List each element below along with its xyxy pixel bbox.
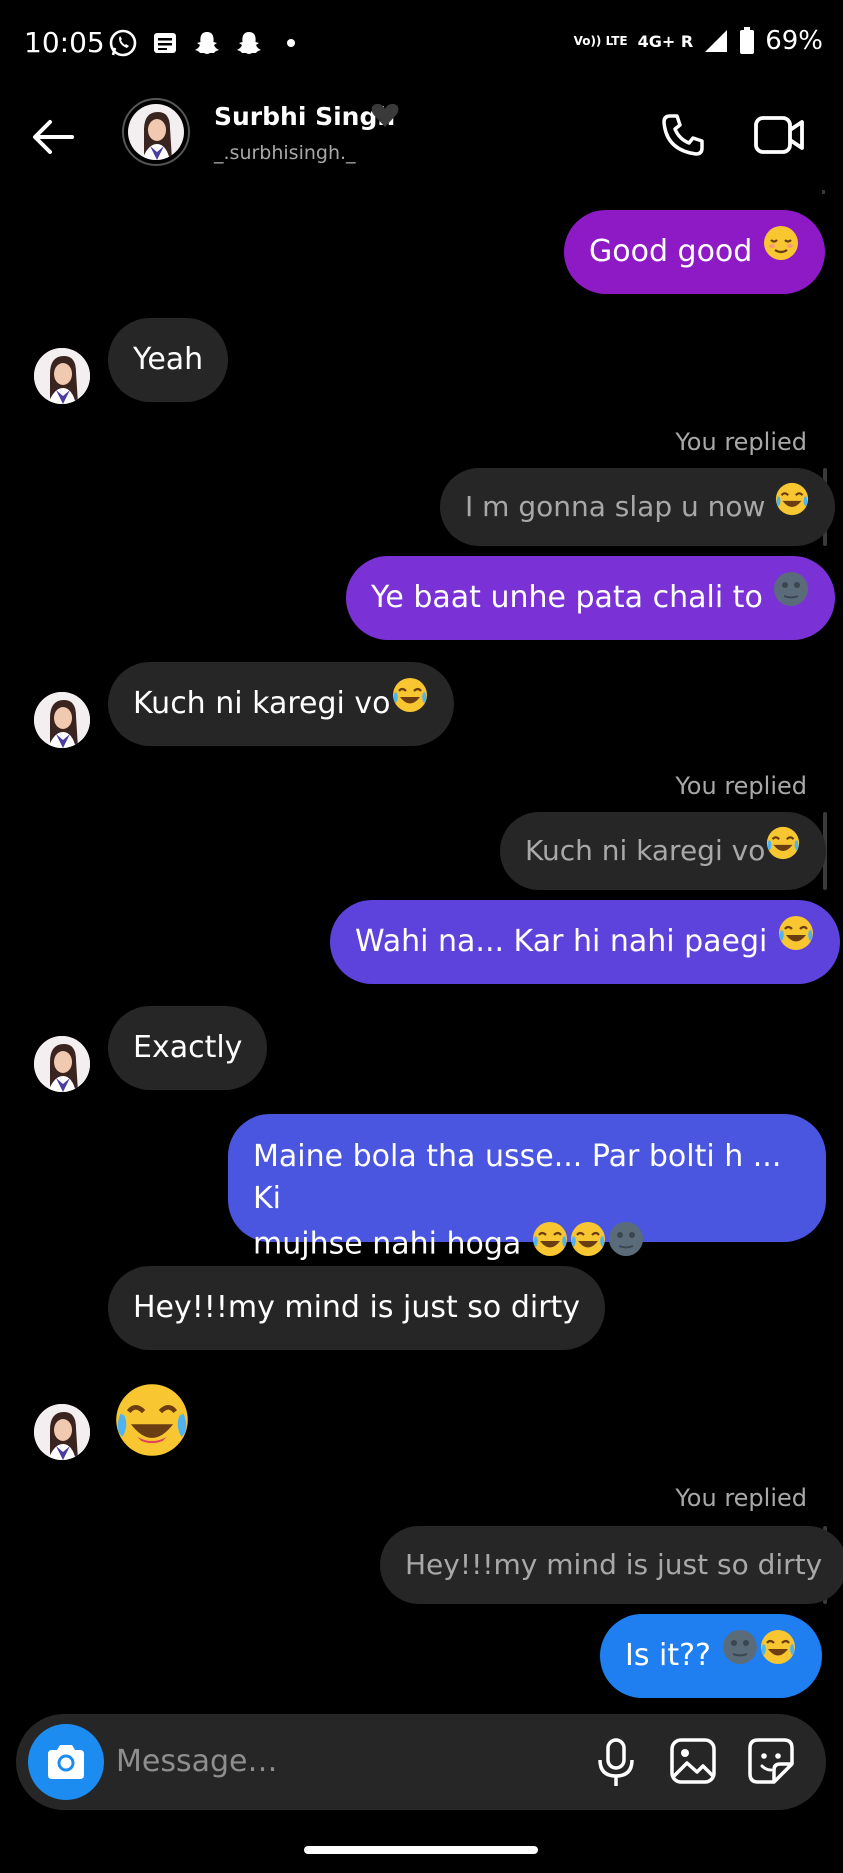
quoted-message[interactable]: Kuch ni karegi vo <box>500 812 827 891</box>
message-icon <box>150 28 180 58</box>
sticker-button[interactable] <box>744 1734 798 1788</box>
received-message[interactable]: Hey!!!my mind is just so dirty <box>108 1266 606 1350</box>
reply-bar <box>822 190 825 194</box>
sent-message[interactable]: Ye baat unhe pata chali to <box>346 556 836 641</box>
gallery-button[interactable] <box>666 1734 720 1788</box>
you-replied-label: You replied <box>675 1484 807 1512</box>
avatar[interactable] <box>34 692 90 748</box>
contact-username[interactable]: _.surbhisingh._ <box>214 142 356 164</box>
notification-icons <box>108 28 306 58</box>
camera-icon <box>48 1745 84 1779</box>
received-message[interactable]: Yeah <box>108 318 229 402</box>
camera-button[interactable] <box>28 1724 104 1800</box>
message-thread[interactable]: Good good Yeah You replied I m gonna sla… <box>0 190 843 1715</box>
snapchat-icon <box>234 28 264 58</box>
joy-icon <box>765 813 801 891</box>
received-message[interactable]: Exactly <box>108 1006 268 1090</box>
sent-message[interactable]: Wahi na... Kar hi nahi paegi <box>330 900 840 984</box>
phone-icon <box>662 114 704 156</box>
battery-icon <box>740 27 755 54</box>
sent-message[interactable]: Good good <box>564 210 825 294</box>
joy-icon <box>777 901 815 985</box>
voice-message-button[interactable] <box>591 1736 641 1790</box>
dot-icon <box>276 28 306 58</box>
voice-call-button[interactable] <box>658 110 708 160</box>
arrow-left-icon <box>33 120 74 154</box>
quoted-message[interactable]: Hey!!!my mind is just so dirty <box>380 1526 843 1604</box>
you-replied-label: You replied <box>675 772 807 800</box>
chat-header: Surbhi Singh _.surbhisingh._ <box>0 90 843 190</box>
received-message[interactable]: Kuch ni karegi vo <box>108 662 454 746</box>
joy-icon <box>774 469 810 547</box>
quoted-message[interactable]: I m gonna slap u now <box>440 468 836 547</box>
message-input[interactable] <box>116 1714 596 1810</box>
joy-icon <box>569 1220 607 1270</box>
joy-icon <box>391 663 429 747</box>
back-button[interactable] <box>28 112 78 162</box>
video-camera-icon <box>754 116 804 154</box>
new-moon-face-icon <box>772 557 810 641</box>
joy-icon[interactable] <box>112 1380 192 1460</box>
status-right: Vo)) LTE 4G+ R 69% <box>574 26 823 56</box>
joy-icon <box>531 1220 569 1270</box>
video-call-button[interactable] <box>752 110 808 160</box>
snapchat-icon <box>192 28 222 58</box>
contact-name[interactable]: Surbhi Singh <box>214 102 395 131</box>
sticker-icon <box>748 1738 794 1784</box>
home-indicator[interactable] <box>304 1846 538 1854</box>
sent-message[interactable]: Is it?? <box>600 1614 822 1698</box>
avatar[interactable] <box>34 348 90 404</box>
status-bar: 10:05 Vo)) LTE 4G+ R 69% <box>0 0 843 90</box>
signal-icon <box>705 30 728 52</box>
network-type: 4G+ R <box>637 31 694 51</box>
sent-message[interactable]: Maine bola tha usse... Par bolti h ... K… <box>228 1114 826 1262</box>
image-icon <box>670 1738 716 1784</box>
black-heart-icon <box>370 100 400 130</box>
message-composer <box>16 1714 826 1810</box>
avatar[interactable] <box>34 1036 90 1092</box>
status-time: 10:05 <box>24 26 105 59</box>
avatar[interactable] <box>34 1404 90 1460</box>
you-replied-label: You replied <box>675 428 807 456</box>
microphone-icon <box>598 1738 634 1786</box>
relieved-face-icon <box>762 211 800 295</box>
whatsapp-icon <box>108 28 138 58</box>
profile-avatar[interactable] <box>122 98 190 166</box>
new-moon-face-icon <box>721 1615 759 1699</box>
battery-level: 69% <box>765 26 823 56</box>
volte-icon: Vo)) LTE <box>573 34 628 48</box>
new-moon-face-icon <box>607 1220 645 1270</box>
joy-icon <box>759 1615 797 1699</box>
